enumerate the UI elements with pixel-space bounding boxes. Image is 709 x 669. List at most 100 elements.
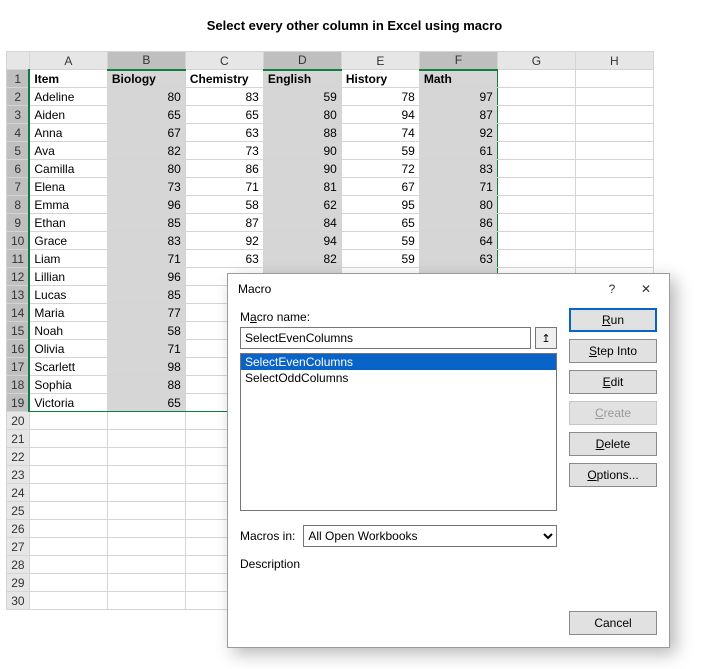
macros-in-select[interactable]: All Open Workbooks	[303, 525, 557, 547]
cell[interactable]	[575, 250, 653, 268]
cell[interactable]: 80	[107, 160, 185, 178]
cell[interactable]: 81	[263, 178, 341, 196]
cell[interactable]: 67	[107, 124, 185, 142]
cell[interactable]: 94	[263, 232, 341, 250]
cell[interactable]: 58	[107, 322, 185, 340]
column-header[interactable]: E	[341, 52, 419, 70]
cell[interactable]	[29, 592, 107, 610]
cell[interactable]: Maria	[29, 304, 107, 322]
cell[interactable]: 88	[107, 376, 185, 394]
cell[interactable]	[29, 538, 107, 556]
cell[interactable]: 80	[107, 88, 185, 106]
cell[interactable]: 83	[419, 160, 497, 178]
row-header[interactable]: 10	[7, 232, 30, 250]
cell[interactable]: English	[263, 70, 341, 88]
cell[interactable]	[497, 70, 575, 88]
cell[interactable]	[575, 214, 653, 232]
cell[interactable]	[107, 538, 185, 556]
row-header[interactable]: 20	[7, 412, 30, 430]
row-header[interactable]: 19	[7, 394, 30, 412]
cell[interactable]	[497, 106, 575, 124]
cell[interactable]	[497, 160, 575, 178]
cell[interactable]	[29, 556, 107, 574]
cell[interactable]: 80	[419, 196, 497, 214]
cell[interactable]	[107, 574, 185, 592]
row-header[interactable]: 28	[7, 556, 30, 574]
cell[interactable]: 59	[341, 232, 419, 250]
cell[interactable]: Lillian	[29, 268, 107, 286]
cell[interactable]: 71	[107, 250, 185, 268]
row-header[interactable]: 9	[7, 214, 30, 232]
cell[interactable]: 62	[263, 196, 341, 214]
cell[interactable]: 97	[419, 88, 497, 106]
cell[interactable]	[29, 574, 107, 592]
cell[interactable]	[497, 124, 575, 142]
cell[interactable]: 87	[419, 106, 497, 124]
row-header[interactable]: 15	[7, 322, 30, 340]
cell[interactable]: 61	[419, 142, 497, 160]
collapse-ref-button[interactable]: ↥	[535, 327, 557, 349]
help-button[interactable]: ?	[595, 276, 629, 302]
cell[interactable]	[107, 484, 185, 502]
cell[interactable]	[29, 502, 107, 520]
column-header[interactable]: G	[497, 52, 575, 70]
row-header[interactable]: 29	[7, 574, 30, 592]
cell[interactable]: 59	[263, 88, 341, 106]
cell[interactable]	[29, 484, 107, 502]
cell[interactable]	[107, 412, 185, 430]
cell[interactable]: 72	[341, 160, 419, 178]
cell[interactable]: Aiden	[29, 106, 107, 124]
row-header[interactable]: 4	[7, 124, 30, 142]
cell[interactable]	[107, 448, 185, 466]
row-header[interactable]: 30	[7, 592, 30, 610]
cell[interactable]: 83	[107, 232, 185, 250]
row-header[interactable]: 3	[7, 106, 30, 124]
cell[interactable]: 86	[419, 214, 497, 232]
row-header[interactable]: 11	[7, 250, 30, 268]
cell[interactable]: 59	[341, 142, 419, 160]
cell[interactable]	[497, 142, 575, 160]
cell[interactable]: 74	[341, 124, 419, 142]
cell[interactable]: 87	[185, 214, 263, 232]
cell[interactable]: 63	[419, 250, 497, 268]
cell[interactable]	[29, 412, 107, 430]
cell[interactable]: Ava	[29, 142, 107, 160]
cell[interactable]: Grace	[29, 232, 107, 250]
row-header[interactable]: 13	[7, 286, 30, 304]
cell[interactable]: 73	[185, 142, 263, 160]
column-header[interactable]: B	[107, 52, 185, 70]
row-header[interactable]: 2	[7, 88, 30, 106]
cell[interactable]: Liam	[29, 250, 107, 268]
cell[interactable]	[29, 430, 107, 448]
cell[interactable]	[575, 88, 653, 106]
cell[interactable]	[497, 232, 575, 250]
column-header[interactable]: C	[185, 52, 263, 70]
row-header[interactable]: 12	[7, 268, 30, 286]
cell[interactable]: Emma	[29, 196, 107, 214]
row-header[interactable]: 6	[7, 160, 30, 178]
cell[interactable]: 84	[263, 214, 341, 232]
cell[interactable]	[107, 592, 185, 610]
cell[interactable]	[575, 70, 653, 88]
cell[interactable]	[497, 196, 575, 214]
cell[interactable]: 92	[185, 232, 263, 250]
cell[interactable]: 90	[263, 160, 341, 178]
cell[interactable]: Scarlett	[29, 358, 107, 376]
cell[interactable]: Elena	[29, 178, 107, 196]
cell[interactable]	[575, 142, 653, 160]
cell[interactable]: 83	[185, 88, 263, 106]
cell[interactable]: 96	[107, 268, 185, 286]
row-header[interactable]: 8	[7, 196, 30, 214]
row-header[interactable]: 16	[7, 340, 30, 358]
cell[interactable]	[29, 448, 107, 466]
cell[interactable]: 65	[107, 394, 185, 412]
cell[interactable]: 65	[341, 214, 419, 232]
cell[interactable]	[497, 178, 575, 196]
macro-name-input[interactable]	[240, 327, 531, 349]
cell[interactable]: 71	[107, 340, 185, 358]
cell[interactable]	[575, 196, 653, 214]
row-header[interactable]: 23	[7, 466, 30, 484]
row-header[interactable]: 26	[7, 520, 30, 538]
cell[interactable]	[107, 556, 185, 574]
cell[interactable]	[29, 466, 107, 484]
